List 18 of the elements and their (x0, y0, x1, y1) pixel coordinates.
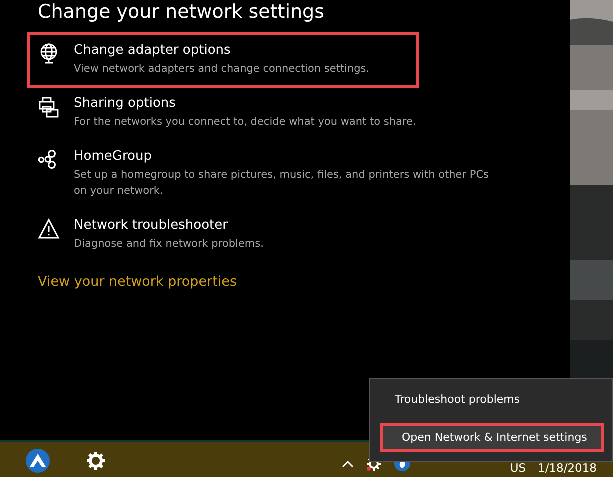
link-title: Network troubleshooter (74, 218, 229, 233)
link-description: For the networks you connect to, decide what you want to share. (74, 115, 416, 130)
menu-item[interactable]: Open Network & Internet settings (380, 423, 604, 452)
link-description: View network adapters and change connection settings. (74, 62, 370, 77)
link-description: Diagnose and fix network problems. (74, 237, 264, 252)
settings-link[interactable]: Change adapter options View network adapters and change connection settings. (38, 43, 408, 77)
link-description: Set up a homegroup to share pictures, music, files, and printers with other PCs on your network. (74, 168, 490, 199)
language-indicator[interactable]: US (510, 460, 526, 474)
link-title: HomeGroup (74, 149, 153, 164)
settings-link[interactable]: Sharing options For the networks you connect to, decide what you want to share. (38, 96, 518, 130)
settings-link[interactable]: HomeGroup Set up a homegroup to share pictures, music, files, and printers with other PCs on your network. (38, 149, 518, 199)
clock-date[interactable]: 1/18/2018 (538, 460, 597, 474)
menu-item[interactable]: Troubleshoot problems (370, 388, 612, 411)
page-title: Change your network settings (38, 0, 326, 25)
settings-link[interactable]: Network troubleshooter Diagnose and fix network problems. (38, 218, 518, 252)
link-title: Sharing options (74, 96, 177, 111)
link-title: Change adapter options (74, 43, 232, 58)
properties-link[interactable]: View your network properties (38, 274, 237, 290)
